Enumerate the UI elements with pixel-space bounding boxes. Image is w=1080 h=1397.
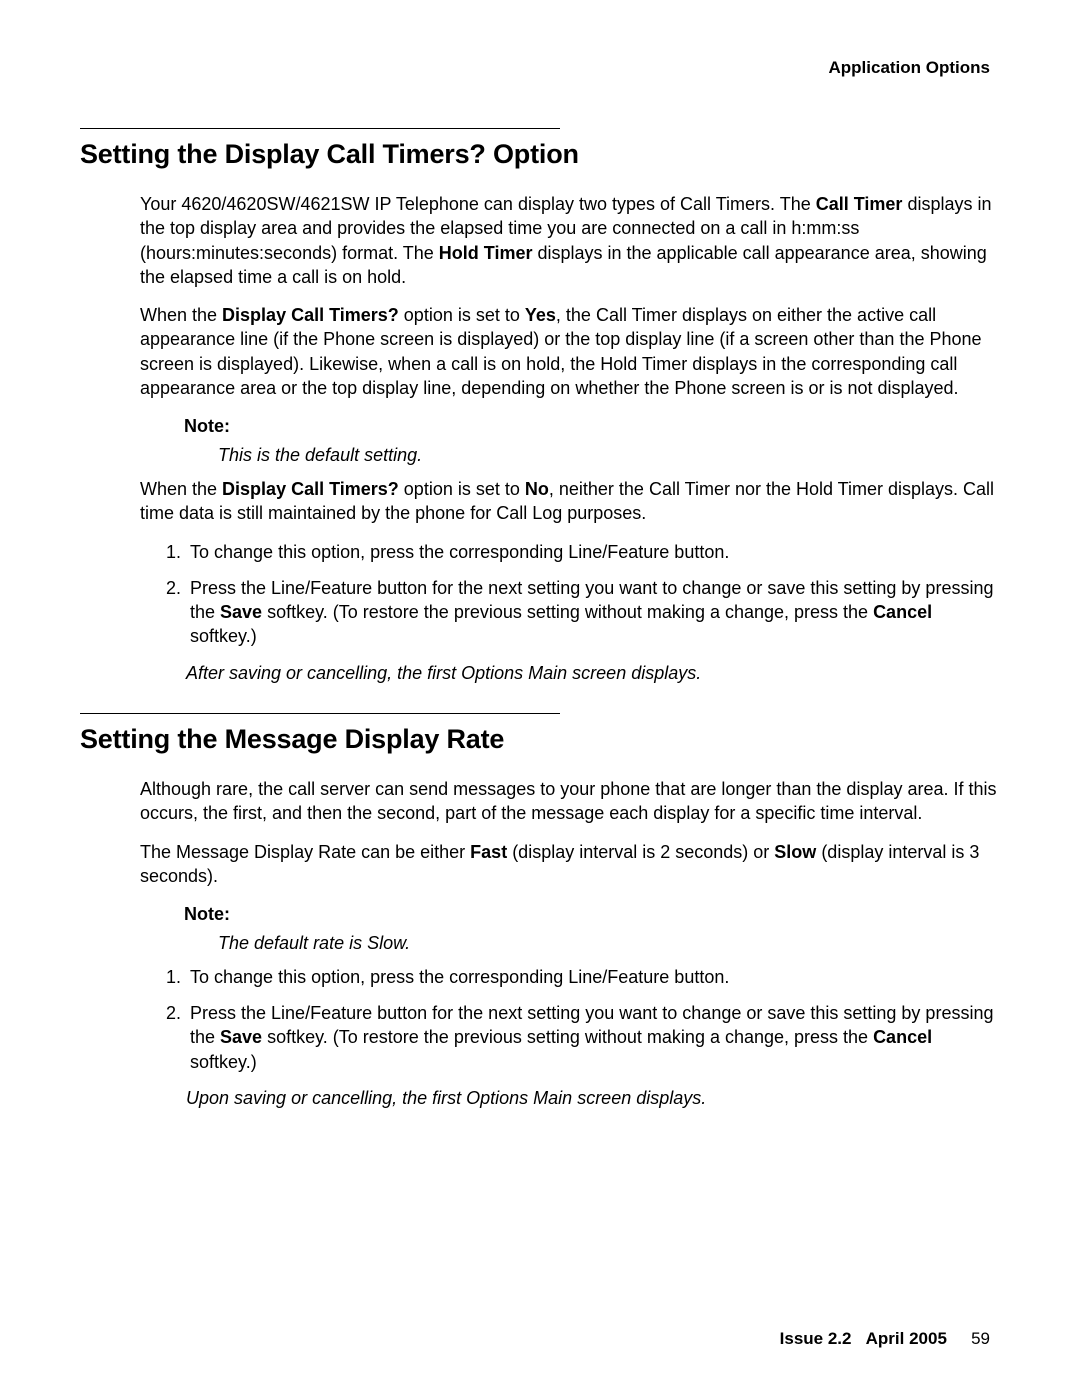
section-divider [80, 713, 560, 714]
header-category: Application Options [80, 58, 1000, 78]
text: When the [140, 479, 222, 499]
section2-para2: The Message Display Rate can be either F… [140, 840, 1000, 889]
step-item: Press the Line/Feature button for the ne… [186, 1001, 1000, 1074]
bold-option-name: Display Call Timers? [222, 479, 399, 499]
text: option is set to [399, 479, 525, 499]
bold-hold-timer: Hold Timer [439, 243, 533, 263]
text: Your 4620/4620SW/4621SW IP Telephone can… [140, 194, 816, 214]
step-item: To change this option, press the corresp… [186, 965, 1000, 989]
step-item: Press the Line/Feature button for the ne… [186, 576, 1000, 649]
bold-save: Save [220, 1027, 262, 1047]
document-page: Application Options Setting the Display … [0, 0, 1080, 1397]
page-footer: Issue 2.2 April 2005 59 [780, 1329, 990, 1349]
text: The Message Display Rate can be either [140, 842, 470, 862]
section1-body: Your 4620/4620SW/4621SW IP Telephone can… [140, 192, 1000, 685]
note-text: The default rate is Slow. [218, 931, 1000, 955]
section1-para2: When the Display Call Timers? option is … [140, 303, 1000, 400]
bold-no: No [525, 479, 549, 499]
step-item: To change this option, press the corresp… [186, 540, 1000, 564]
section2-steps: To change this option, press the corresp… [140, 965, 1000, 1074]
bold-option-name: Display Call Timers? [222, 305, 399, 325]
section1-para3: When the Display Call Timers? option is … [140, 477, 1000, 526]
note-label: Note: [184, 902, 1000, 926]
bold-slow: Slow [774, 842, 816, 862]
text: softkey.) [190, 1052, 257, 1072]
bold-save: Save [220, 602, 262, 622]
section1-steps: To change this option, press the corresp… [140, 540, 1000, 649]
section2-body: Although rare, the call server can send … [140, 777, 1000, 1110]
bold-call-timer: Call Timer [816, 194, 903, 214]
section-divider [80, 128, 560, 129]
footer-page-number: 59 [957, 1329, 990, 1348]
text: softkey.) [190, 626, 257, 646]
footer-issue: Issue 2.2 [780, 1329, 852, 1348]
section2-para1: Although rare, the call server can send … [140, 777, 1000, 826]
text: softkey. (To restore the previous settin… [262, 602, 873, 622]
bold-cancel: Cancel [873, 602, 932, 622]
note-label: Note: [184, 414, 1000, 438]
section-heading-call-timers: Setting the Display Call Timers? Option [80, 139, 1000, 170]
bold-fast: Fast [470, 842, 507, 862]
text: (display interval is 2 seconds) or [507, 842, 774, 862]
bold-cancel: Cancel [873, 1027, 932, 1047]
text: When the [140, 305, 222, 325]
section1-para1: Your 4620/4620SW/4621SW IP Telephone can… [140, 192, 1000, 289]
text: softkey. (To restore the previous settin… [262, 1027, 873, 1047]
section1-result: After saving or cancelling, the first Op… [186, 661, 1000, 685]
footer-date: April 2005 [866, 1329, 947, 1348]
note-text: This is the default setting. [218, 443, 1000, 467]
section-heading-message-rate: Setting the Message Display Rate [80, 724, 1000, 755]
text: option is set to [399, 305, 525, 325]
page-number: 59 [971, 1329, 990, 1348]
section2-result: Upon saving or cancelling, the first Opt… [186, 1086, 1000, 1110]
bold-yes: Yes [525, 305, 556, 325]
